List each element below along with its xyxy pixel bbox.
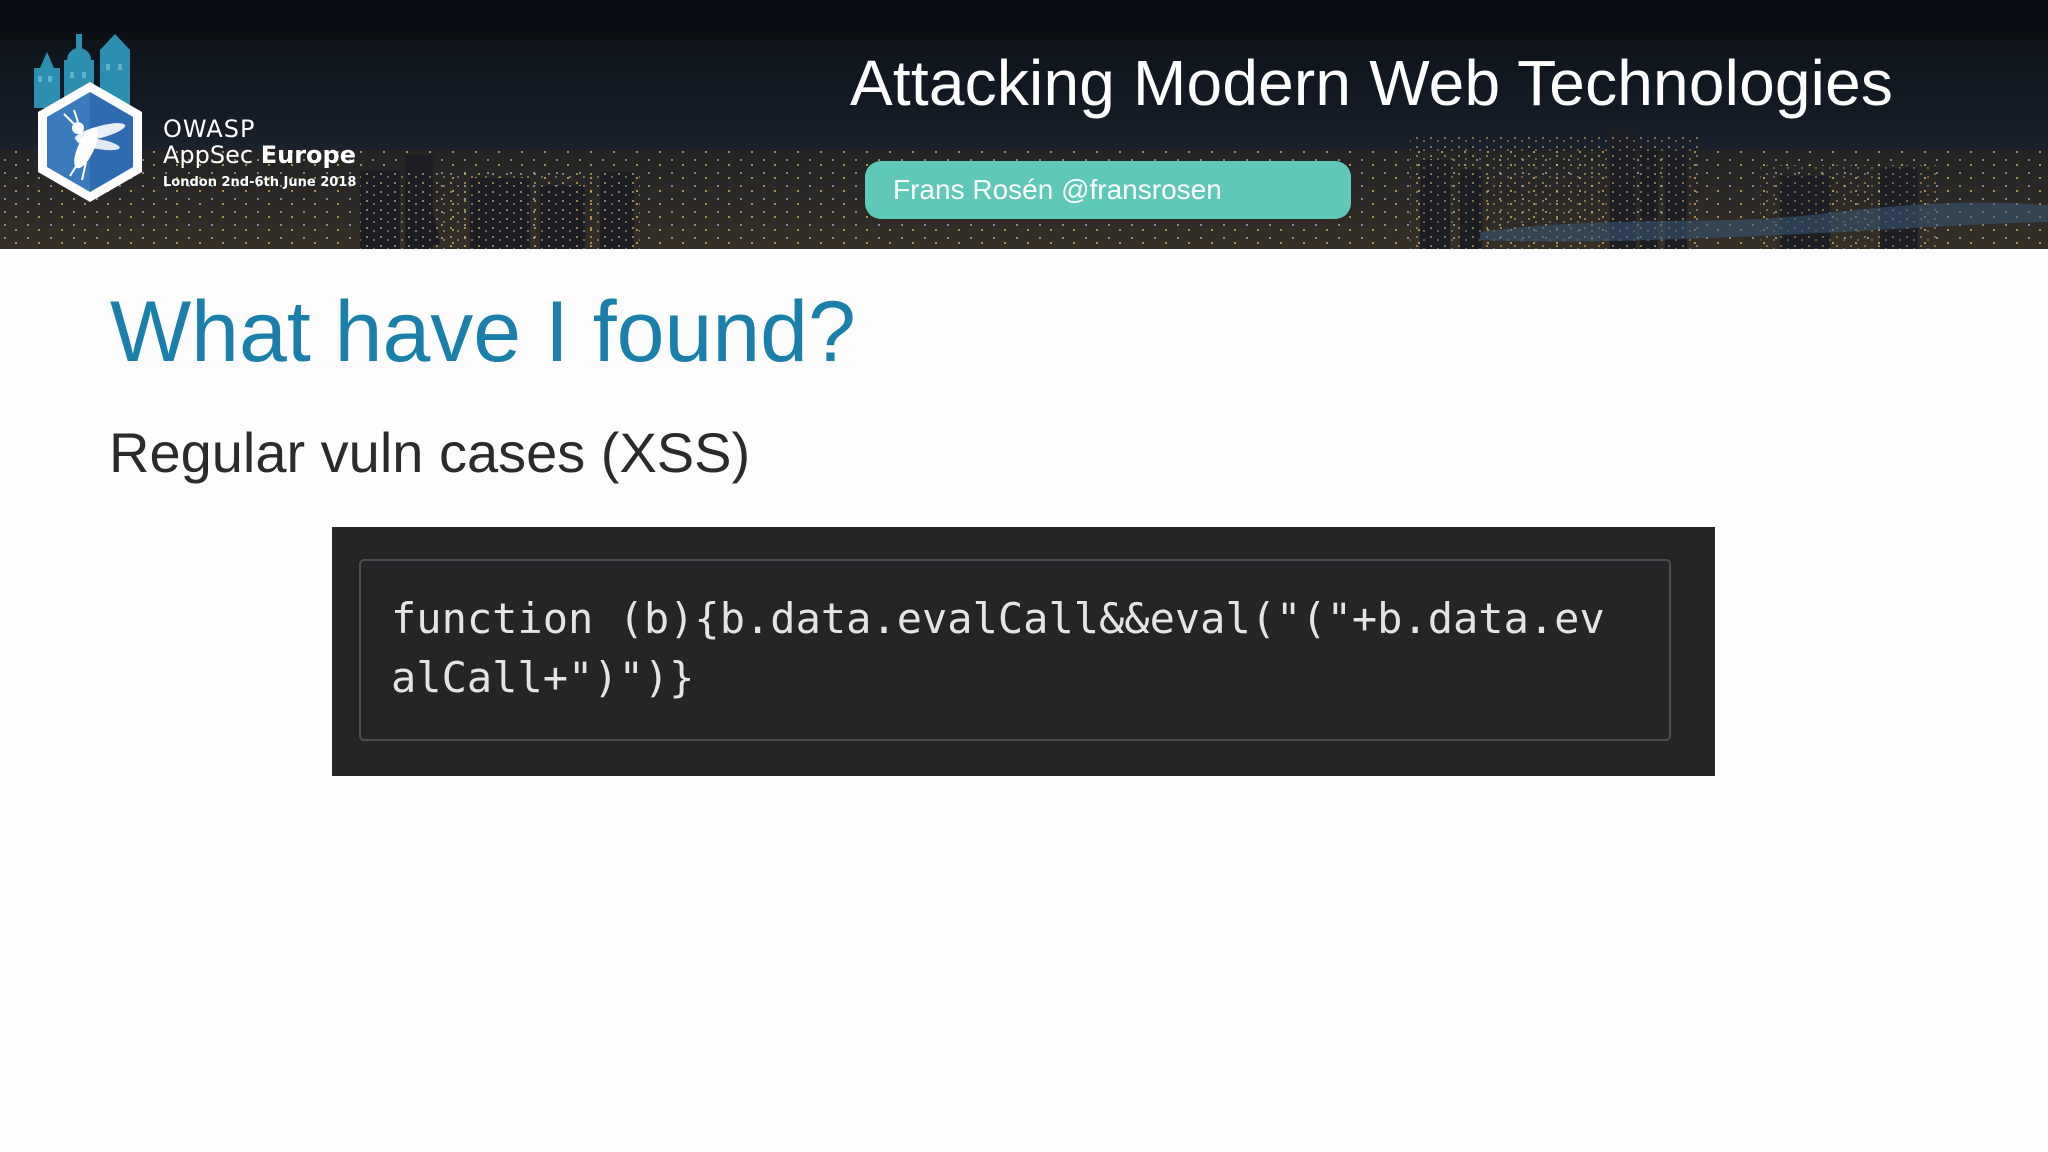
code-line: function (b){b.data.evalCall&&eval("("+b… (391, 594, 1605, 643)
speaker-label: Frans Rosén @fransrosen (893, 174, 1222, 205)
code-screenshot: function (b){b.data.evalCall&&eval("("+b… (332, 527, 1715, 776)
logo-date-text: London 2nd-6th June 2018 (163, 175, 357, 190)
header-banner: OWASP AppSec Europe London 2nd-6th June … (0, 0, 2048, 249)
owasp-appsec-logo: OWASP AppSec Europe London 2nd-6th June … (20, 20, 360, 230)
code-line: alCall+")")} (391, 653, 695, 702)
talk-title: Attacking Modern Web Technologies (850, 47, 1894, 119)
slide-subheading: Regular vuln cases (XSS) (109, 421, 751, 484)
wasp-hexagon-icon (34, 34, 142, 202)
slide-heading: What have I found? (110, 284, 856, 380)
logo-event-prefix: AppSec (163, 141, 254, 169)
logo-org-text: OWASP (163, 115, 256, 143)
logo-event-text: AppSec Europe (163, 141, 356, 169)
logo-event-name: Europe (260, 141, 356, 169)
speaker-badge: Frans Rosén @fransrosen (865, 161, 1351, 219)
code-block: function (b){b.data.evalCall&&eval("("+b… (359, 559, 1671, 741)
slide: OWASP AppSec Europe London 2nd-6th June … (0, 0, 2048, 1152)
